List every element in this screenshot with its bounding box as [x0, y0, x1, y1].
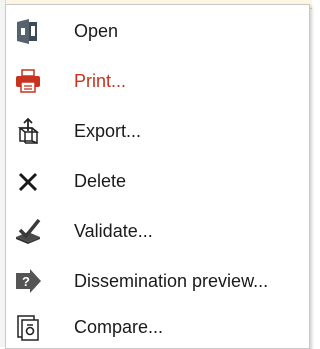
compare-icon [14, 313, 42, 341]
context-menu: Open Print... Export... Delete Validate.… [5, 4, 310, 349]
print-icon [14, 67, 42, 95]
menu-item-label: Open [74, 21, 119, 41]
menu-item-open[interactable]: Open [6, 11, 309, 51]
menu-item-export[interactable]: Export... [6, 111, 309, 151]
menu-item-label: Delete [74, 171, 127, 191]
delete-icon [14, 167, 42, 195]
open-icon [14, 17, 42, 45]
menu-item-label: Print... [74, 71, 127, 91]
menu-item-print[interactable]: Print... [6, 61, 309, 101]
dissemination-preview-icon: ? [14, 267, 42, 295]
menu-item-validate[interactable]: Validate... [6, 211, 309, 251]
menu-item-dissemination-preview[interactable]: ? Dissemination preview... [6, 261, 309, 301]
validate-icon [14, 217, 42, 245]
menu-item-label: Dissemination preview... [74, 271, 269, 291]
menu-item-label: Validate... [74, 221, 153, 241]
menu-item-delete[interactable]: Delete [6, 161, 309, 201]
menu-item-label: Compare... [74, 317, 164, 337]
export-icon [14, 117, 42, 145]
menu-item-label: Export... [74, 121, 142, 141]
menu-item-compare[interactable]: Compare... [6, 307, 309, 347]
svg-text:?: ? [22, 274, 30, 289]
